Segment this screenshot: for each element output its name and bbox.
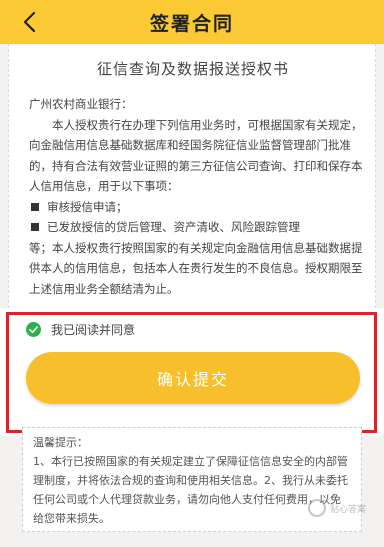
watermark-text: 贴心答案 [329,504,366,515]
document-body: 广州农村商业银行： 本人授权贵行在办理下列信用业务时，可根据国家有关规定，向金融… [29,94,365,299]
authorization-document: 征信查询及数据报送授权书 广州农村商业银行： 本人授权贵行在办理下列信用业务时，… [8,44,376,308]
watermark: 贴心答案 [307,499,366,517]
page-title: 签署合同 [149,12,234,35]
tips-title: 温馨提示： [33,436,88,449]
document-item-2-text: 已发放授信的贷后管理、资产清收、风险跟踪管理 [47,220,300,234]
document-item-1: 审核授信申请； [29,197,365,218]
document-salutation: 广州农村商业银行： [29,97,133,111]
chevron-left-icon [23,11,36,33]
document-item-2: 已发放授信的贷后管理、资产清收、风险跟踪管理 [29,217,365,238]
bullet-square-icon [31,202,39,211]
tips-text: 1、本行已按照国家的有关规定建立了保障征信信息安全的内部管理制度，并将依法合规的… [33,455,348,525]
highlight-frame [6,312,377,433]
document-paragraph-1: 本人授权贵行在办理下列信用业务时，可根据国家有关规定，向金融信用信息基础数据库和… [29,117,363,194]
watermark-logo-icon [307,499,326,517]
document-item-1-text: 审核授信申请； [47,199,128,214]
top-nav-bar: 签署合同 [0,0,384,44]
back-button[interactable] [14,6,44,38]
bullet-square-icon [31,223,39,231]
document-title: 征信查询及数据报送授权书 [96,60,289,78]
document-paragraph-2: 等；本人授权贵行按照国家的有关规定向金融信用信息基础数据提供本人的信用信息，包括… [29,240,363,296]
